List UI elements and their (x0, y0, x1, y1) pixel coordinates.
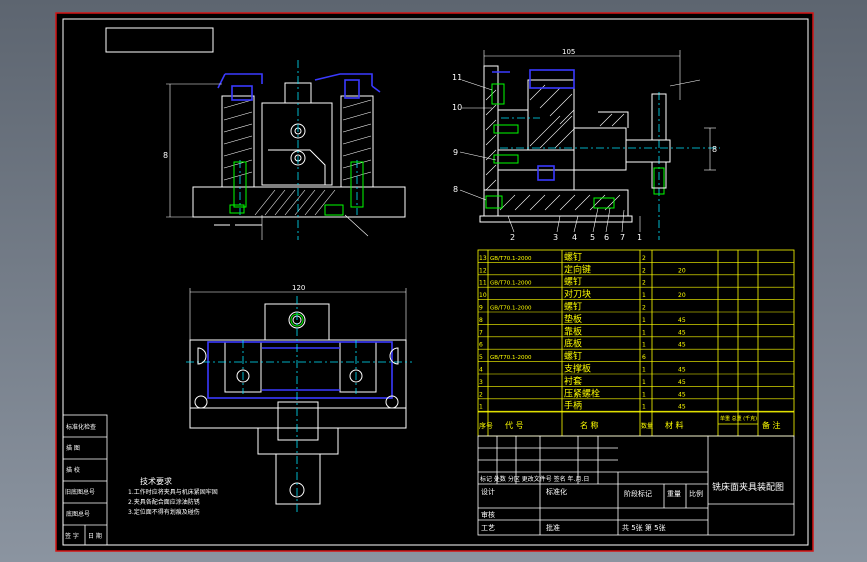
parts-cell-no: 1 (479, 404, 483, 411)
side-table-label: 旧底图总号 (65, 488, 95, 496)
parts-header-weight: 单重 总重 (千克) (720, 415, 757, 422)
title-block-weight-label: 重量 (667, 490, 681, 498)
callout-label: 11 (452, 73, 462, 82)
callout-label: 4 (572, 233, 577, 242)
title-block-sheets: 共 5张 第 5张 (622, 523, 666, 532)
parts-cell-no: 6 (479, 342, 483, 349)
parts-cell-no: 5 (479, 354, 483, 361)
parts-cell-no: 3 (479, 379, 483, 386)
parts-cell-material: 45 (678, 391, 686, 398)
parts-cell-material: 20 (678, 267, 686, 274)
side-table-label: 签 字 (65, 532, 79, 540)
assembly-drawing: 8 105 8 11 10 9 8 2 3 4 5 6 7 1 120 技术要求… (55, 12, 814, 552)
top-view-width-dim: 120 (292, 284, 305, 292)
title-block-scale-label: 比例 (689, 489, 703, 498)
title-block-process-label: 工艺 (481, 524, 495, 532)
callout-label: 3 (553, 233, 558, 242)
title-block-design-label: 设计 (481, 487, 495, 496)
parts-cell-qty: 1 (642, 391, 646, 398)
title-block-review-label: 审核 (481, 510, 495, 519)
side-view-top-dim: 105 (562, 48, 575, 56)
parts-cell-qty: 1 (642, 404, 646, 411)
parts-cell-name: 压紧螺栓 (564, 387, 600, 399)
parts-cell-qty: 1 (642, 379, 646, 386)
parts-cell-qty: 1 (642, 317, 646, 324)
parts-cell-qty: 1 (642, 329, 646, 336)
parts-cell-qty: 2 (642, 255, 646, 262)
parts-cell-qty: 1 (642, 342, 646, 349)
parts-cell-no: 12 (479, 267, 487, 274)
drawing-sheet (56, 13, 813, 551)
parts-cell-name: 衬套 (564, 375, 582, 387)
parts-cell-qty: 2 (642, 280, 646, 287)
callout-label: 8 (453, 185, 458, 194)
parts-cell-material: 45 (678, 379, 686, 386)
parts-cell-material: 20 (678, 292, 686, 299)
parts-cell-name: 靠板 (564, 325, 582, 337)
callout-label: 1 (637, 233, 642, 242)
title-block-standard-label: 标准化 (546, 487, 567, 496)
parts-cell-code: GB/T70.1-2000 (490, 355, 532, 361)
title-block-stage-label: 阶段标记 (624, 489, 652, 498)
side-table-label: 底图总号 (66, 510, 90, 518)
parts-cell-name: 对刀块 (564, 288, 591, 300)
parts-cell-name: 定向键 (564, 263, 591, 275)
parts-cell-qty: 1 (642, 367, 646, 374)
cad-viewport: 8 105 8 11 10 9 8 2 3 4 5 6 7 1 120 技术要求… (0, 0, 867, 562)
parts-cell-qty: 2 (642, 305, 646, 312)
notes-line: 3.定位面不得有划痕及碰伤 (128, 508, 200, 516)
parts-cell-no: 7 (479, 329, 483, 336)
callout-label: 6 (604, 233, 609, 242)
parts-cell-no: 4 (479, 367, 483, 374)
callout-label: 7 (620, 233, 625, 242)
parts-cell-name: 螺钉 (564, 277, 582, 288)
parts-cell-code: GB/T70.1-2000 (490, 306, 532, 312)
parts-cell-no: 2 (479, 391, 483, 398)
drawing-title: 铣床面夹具装配图 (712, 481, 784, 493)
parts-cell-qty: 1 (642, 292, 646, 299)
parts-cell-material: 45 (678, 329, 686, 336)
parts-header-note: 备 注 (762, 420, 781, 430)
notes-line: 1.工作时应将夹具与机床紧固牢固 (128, 488, 218, 496)
parts-cell-name: 螺钉 (564, 252, 582, 263)
parts-header-qty: 数量 (641, 422, 653, 430)
parts-cell-material: 45 (678, 404, 686, 411)
parts-cell-material: 45 (678, 367, 686, 374)
parts-cell-material: 45 (678, 342, 686, 349)
parts-cell-no: 9 (479, 305, 483, 312)
side-table-label: 描 校 (66, 466, 80, 474)
side-table-label: 日 期 (88, 532, 102, 540)
callout-label: 10 (452, 103, 462, 112)
parts-cell-no: 13 (479, 255, 487, 262)
parts-cell-no: 8 (479, 317, 483, 324)
parts-cell-material: 45 (678, 317, 686, 324)
parts-cell-name: 手柄 (564, 400, 582, 412)
parts-cell-name: 支撑板 (564, 363, 591, 375)
front-view-height-dim: 8 (163, 151, 168, 160)
parts-cell-code: GB/T70.1-2000 (490, 256, 532, 262)
notes-title: 技术要求 (140, 476, 172, 486)
parts-cell-qty: 6 (642, 354, 646, 361)
callout-label: 2 (510, 233, 515, 242)
parts-header-no: 序号 (479, 421, 493, 430)
notes-line: 2.夹具各配合面应涂油防锈 (128, 498, 200, 506)
parts-cell-name: 螺钉 (564, 302, 582, 313)
parts-cell-name: 底板 (564, 338, 582, 350)
parts-cell-name: 垫板 (564, 313, 582, 325)
parts-cell-no: 10 (479, 292, 487, 299)
parts-cell-no: 11 (479, 280, 487, 287)
title-block-approve-label: 批准 (546, 523, 560, 532)
parts-header-material: 材 料 (665, 420, 684, 430)
parts-header-name: 名 称 (580, 420, 599, 430)
side-view-right-dim: 8 (712, 145, 717, 154)
title-block-revision-row: 标记 处数 分区 更改文件号 签名 年.月.日 (480, 475, 589, 483)
side-table-label: 标准化检查 (66, 423, 96, 431)
parts-cell-name: 螺钉 (564, 351, 582, 362)
side-table-label: 描 图 (66, 444, 80, 452)
callout-label: 5 (590, 233, 595, 242)
parts-cell-code: GB/T70.1-2000 (490, 281, 532, 287)
callout-label: 9 (453, 148, 458, 157)
parts-header-code: 代 号 (505, 420, 524, 430)
parts-cell-qty: 2 (642, 267, 646, 274)
